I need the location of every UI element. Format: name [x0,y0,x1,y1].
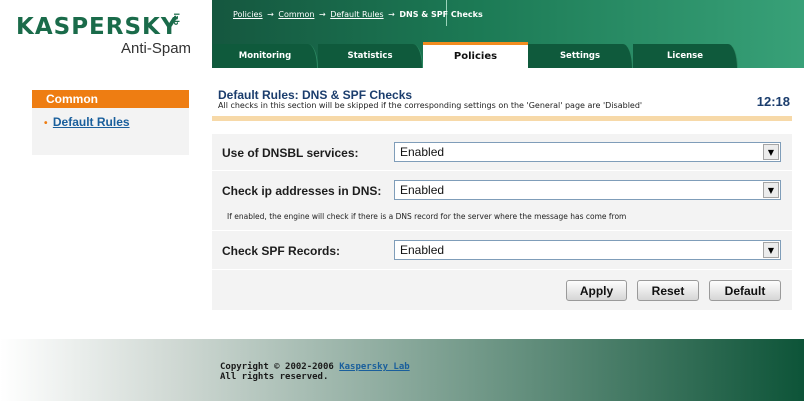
breadcrumb-arrow-icon: → [318,10,326,19]
chevron-down-icon[interactable]: ▼ [763,242,779,258]
tab-license[interactable]: License [633,44,738,68]
sidebar: Common • Default Rules [32,90,189,155]
check-ip-label: Check ip addresses in DNS: [222,184,382,198]
default-button[interactable]: Default [709,280,781,301]
main-tabs: Monitoring Statistics Policies Settings … [213,42,738,68]
logo-lab-tag: lab [172,13,180,26]
kaspersky-lab-link[interactable]: Kaspersky Lab [339,362,409,372]
spf-value: Enabled [400,243,445,257]
sidebar-item-default-rules[interactable]: • Default Rules [44,115,189,133]
bullet-icon: • [44,118,48,129]
row-divider [212,170,792,171]
breadcrumb-arrow-icon: → [267,10,274,19]
sidebar-section-common: Common [32,90,189,108]
page-title: Default Rules: DNS & SPF Checks [218,88,413,102]
sidebar-item-label[interactable]: Default Rules [53,115,130,129]
setting-row-dnsbl: Use of DNSBL services: Enabled ▼ [212,137,792,169]
row-divider [212,269,792,270]
row-divider [212,230,792,231]
footer-copyright: Copyright © 2002-2006 Kaspersky Lab All … [220,362,410,382]
dnsbl-select[interactable]: Enabled ▼ [394,142,781,162]
title-underline [212,116,792,121]
chevron-down-icon[interactable]: ▼ [763,182,779,198]
tab-monitoring[interactable]: Monitoring [213,44,318,68]
check-ip-hint: If enabled, the engine will check if the… [227,212,627,221]
check-ip-select[interactable]: Enabled ▼ [394,180,781,200]
apply-button[interactable]: Apply [566,280,627,301]
button-bar: Apply Reset Default [212,280,792,302]
product-name: Anti-Spam [121,40,192,57]
setting-row-spf: Check SPF Records: Enabled ▼ [212,235,792,267]
reset-button[interactable]: Reset [637,280,699,301]
spf-select[interactable]: Enabled ▼ [394,240,781,260]
logo-area: KASPERSKY lab Anti-Spam [0,0,212,68]
breadcrumb-common[interactable]: Common [278,10,314,19]
dnsbl-value: Enabled [400,145,445,159]
page-subtitle: All checks in this section will be skipp… [218,101,643,110]
clock: 12:18 [756,94,790,109]
check-ip-value: Enabled [400,183,445,197]
kaspersky-logo: KASPERSKY [16,14,179,40]
rights-text: All rights reserved. [220,372,329,382]
breadcrumb-default-rules[interactable]: Default Rules [330,10,383,19]
dnsbl-label: Use of DNSBL services: [222,146,359,160]
tab-statistics[interactable]: Statistics [318,44,423,68]
breadcrumb-arrow-icon: → [388,10,395,19]
setting-row-check-ip: Check ip addresses in DNS: Enabled ▼ [212,175,792,207]
breadcrumb-policies[interactable]: Policies [233,10,263,19]
copyright-text: Copyright © 2002-2006 [220,362,334,372]
settings-panel: Use of DNSBL services: Enabled ▼ Check i… [212,134,792,310]
footer: Copyright © 2002-2006 Kaspersky Lab All … [0,339,804,401]
chevron-down-icon[interactable]: ▼ [763,144,779,160]
tab-policies[interactable]: Policies [423,42,528,68]
tab-settings[interactable]: Settings [528,44,633,68]
breadcrumb: Policies → Common → Default Rules → DNS … [233,10,483,19]
breadcrumb-current: DNS & SPF Checks [399,10,483,19]
spf-label: Check SPF Records: [222,244,341,258]
